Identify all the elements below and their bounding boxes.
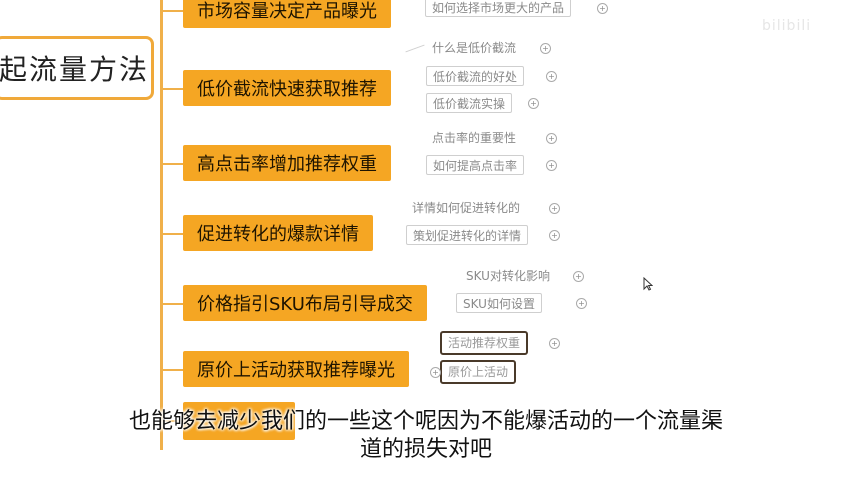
- expand-icon[interactable]: +: [549, 230, 560, 241]
- node-high-ctr[interactable]: 高点击率增加推荐权重: [183, 145, 391, 181]
- sub-node[interactable]: 如何提高点击率: [426, 155, 525, 175]
- expand-icon[interactable]: +: [573, 271, 584, 282]
- sub-node-label: SKU如何设置: [463, 297, 535, 311]
- video-subtitle: 也能够去减少我们的一些这个呢因为不能爆活动的一个流量渠 道的损失对吧: [0, 408, 852, 464]
- sub-node-label: 原价上活动: [448, 365, 509, 379]
- expand-icon[interactable]: +: [546, 71, 557, 82]
- node-low-price-intercept[interactable]: 低价截流快速获取推荐: [183, 70, 391, 106]
- sub-node-label: 低价截流的好处: [433, 70, 518, 84]
- expand-icon[interactable]: +: [430, 367, 441, 378]
- sub-node-label: 什么是低价截流: [432, 41, 517, 55]
- branch-connector: [160, 303, 183, 305]
- sub-node[interactable]: SKU如何设置: [456, 293, 542, 313]
- sub-node-label: 策划促进转化的详情: [413, 229, 522, 243]
- sub-node-label: 如何选择市场更大的产品: [432, 1, 565, 15]
- sub-node[interactable]: 低价截流的好处: [426, 66, 525, 86]
- sub-node[interactable]: 如何选择市场更大的产品: [425, 0, 572, 17]
- sub-node[interactable]: 点击率的重要性: [426, 128, 522, 148]
- node-label: 低价截流快速获取推荐: [197, 79, 377, 100]
- sub-node-label: 低价截流实操: [433, 97, 506, 111]
- sub-connector: [405, 44, 425, 53]
- branch-connector: [160, 369, 183, 371]
- sub-node[interactable]: 什么是低价截流: [426, 38, 522, 58]
- expand-icon[interactable]: +: [549, 338, 560, 349]
- sub-node[interactable]: 详情如何促进转化的: [406, 198, 526, 218]
- sub-node-label: 活动推荐权重: [448, 336, 521, 350]
- subtitle-line-1: 也能够去减少我们的一些这个呢因为不能爆活动的一个流量渠: [128, 409, 723, 434]
- sub-node-label: SKU对转化影响: [466, 269, 550, 283]
- watermark-logo: bilibili: [762, 18, 812, 34]
- node-label: 市场容量决定产品曝光: [197, 1, 377, 22]
- sub-node[interactable]: 低价截流实操: [426, 93, 513, 113]
- node-label: 原价上活动获取推荐曝光: [197, 360, 395, 381]
- expand-icon[interactable]: +: [576, 298, 587, 309]
- node-label: 价格指引SKU布局引导成交: [197, 294, 413, 315]
- node-conversion-detail[interactable]: 促进转化的爆款详情: [183, 215, 373, 251]
- branch-connector: [160, 10, 183, 12]
- sub-node-label: 点击率的重要性: [432, 131, 517, 145]
- branch-connector: [160, 88, 183, 90]
- mouse-cursor-icon: [643, 276, 654, 294]
- node-label: 促进转化的爆款详情: [197, 224, 359, 245]
- mindmap-spine: [160, 0, 163, 450]
- sub-node-label: 详情如何促进转化的: [412, 201, 521, 215]
- sub-node-label: 如何提高点击率: [433, 159, 518, 173]
- sub-node[interactable]: 策划促进转化的详情: [406, 225, 529, 245]
- branch-connector: [160, 163, 183, 165]
- node-label: 高点击率增加推荐权重: [197, 154, 377, 175]
- branch-connector: [160, 233, 183, 235]
- sub-node[interactable]: 原价上活动: [440, 360, 517, 384]
- subtitle-line-2: 道的损失对吧: [359, 437, 492, 462]
- root-node[interactable]: 起流量方法: [0, 36, 154, 100]
- root-node-label: 起流量方法: [0, 53, 149, 86]
- expand-icon[interactable]: +: [546, 160, 557, 171]
- expand-icon[interactable]: +: [597, 3, 608, 14]
- expand-icon[interactable]: +: [549, 203, 560, 214]
- expand-icon[interactable]: +: [546, 133, 557, 144]
- node-price-sku[interactable]: 价格指引SKU布局引导成交: [183, 285, 427, 321]
- sub-node[interactable]: 活动推荐权重: [440, 331, 529, 355]
- node-market-capacity[interactable]: 市场容量决定产品曝光: [183, 0, 391, 28]
- sub-node[interactable]: SKU对转化影响: [460, 266, 556, 286]
- expand-icon[interactable]: +: [528, 98, 539, 109]
- node-original-price-activity[interactable]: 原价上活动获取推荐曝光: [183, 351, 409, 387]
- expand-icon[interactable]: +: [540, 43, 551, 54]
